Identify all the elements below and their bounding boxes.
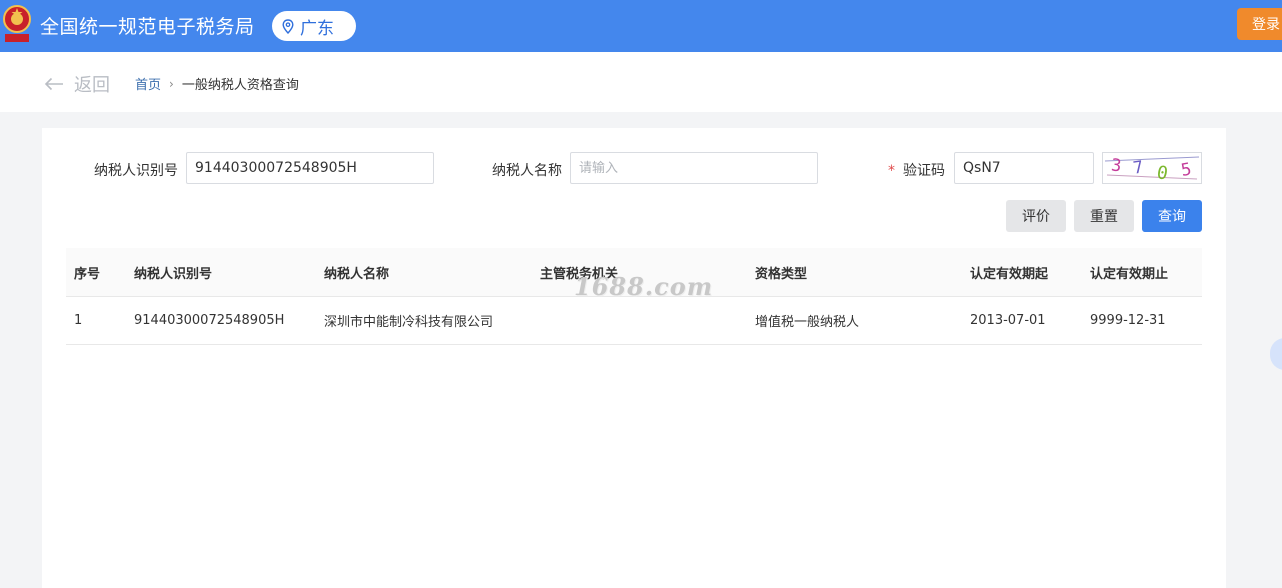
column-header: 认定有效期起 [970, 266, 1049, 282]
column-header: 认定有效期止 [1090, 266, 1169, 282]
column-header: 资格类型 [755, 266, 808, 282]
watermark-text: 1688.com [574, 272, 714, 301]
required-mark: * [888, 163, 895, 179]
table-cell: 2013-07-01 [970, 313, 1046, 328]
table-cell: 深圳市中能制冷科技有限公司 [324, 315, 494, 330]
captcha-label-group: * 验证码 [888, 160, 945, 180]
login-button[interactable]: 登录 [1237, 8, 1282, 40]
column-header: 纳税人识别号 [134, 266, 213, 282]
app-title: 全国统一规范电子税务局 [40, 16, 255, 38]
chevron-right-icon: › [169, 76, 174, 91]
breadcrumb-current: 一般纳税人资格查询 [181, 78, 299, 93]
captcha-char-2: 7 [1132, 157, 1145, 178]
arrow-left-icon [44, 77, 63, 91]
back-label: 返回 [74, 75, 110, 96]
taxpayer-name-label: 纳税人名称 [492, 163, 562, 179]
captcha-char-1: 3 [1110, 155, 1122, 176]
table-cell: 91440300072548905H [134, 313, 285, 328]
breadcrumb-home-link[interactable]: 首页 [135, 74, 161, 93]
captcha-input[interactable] [954, 152, 1094, 184]
query-button[interactable]: 查询 [1142, 200, 1202, 232]
taxpayer-name-input[interactable] [570, 152, 818, 184]
evaluate-button[interactable]: 评价 [1006, 200, 1066, 232]
national-emblem-icon [3, 5, 31, 42]
table-row: 1 91440300072548905H 深圳市中能制冷科技有限公司 增值税一般… [66, 297, 1202, 345]
captcha-char-3: 0 [1155, 162, 1169, 183]
captcha-label: 验证码 [903, 163, 945, 179]
top-header: 全国统一规范电子税务局 广东 登录 [0, 0, 1282, 52]
location-pin-icon [282, 18, 294, 34]
table-cell: 9999-12-31 [1090, 313, 1166, 328]
region-label: 广东 [300, 18, 334, 39]
captcha-image-graphic: 3 7 0 5 [1104, 155, 1200, 185]
reset-button[interactable]: 重置 [1074, 200, 1134, 232]
captcha-image[interactable]: 3 7 0 5 [1102, 152, 1202, 185]
breadcrumb: 首页 › 一般纳税人资格查询 [135, 74, 299, 94]
floating-side-button[interactable] [1270, 338, 1282, 370]
taxpayer-id-input[interactable] [186, 152, 434, 184]
captcha-char-4: 5 [1180, 159, 1194, 180]
region-selector[interactable]: 广东 [272, 11, 356, 41]
table-cell: 1 [74, 313, 83, 328]
column-header: 纳税人名称 [324, 266, 390, 282]
navigation-bar: 返回 首页 › 一般纳税人资格查询 [0, 52, 1282, 112]
query-panel: 纳税人识别号 纳税人名称 * 验证码 3 7 0 5 评价 重置 查询 序号 纳税… [42, 128, 1226, 588]
back-button[interactable]: 返回 [44, 71, 110, 97]
table-cell: 增值税一般纳税人 [755, 315, 860, 330]
column-header: 序号 [74, 266, 101, 282]
taxpayer-id-label: 纳税人识别号 [94, 163, 178, 179]
